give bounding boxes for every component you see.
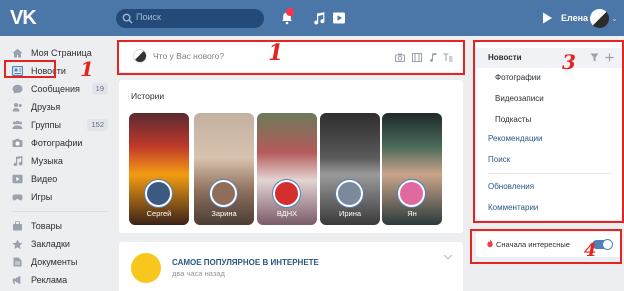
bookmark-icon xyxy=(12,239,23,249)
music-icon[interactable] xyxy=(312,11,326,25)
document-icon xyxy=(13,257,22,267)
story-name: ВДНХ xyxy=(276,209,298,218)
story-avatar xyxy=(145,180,172,207)
left-menu: Моя Страница Новости Сообщения 19 Друзья Груп… xyxy=(0,44,114,289)
chevron-down-icon[interactable] xyxy=(443,254,453,260)
annotation-mark-1: 1 xyxy=(80,57,94,81)
messages-icon xyxy=(12,84,23,94)
sidebar-item-label: Видео xyxy=(31,174,58,184)
vk-logo[interactable]: VK xyxy=(10,7,42,29)
feed-post: САМОЕ ПОПУЛЯРНОЕ В ИНТЕРНЕТЕ два часа на… xyxy=(119,242,463,291)
sidebar-item-ads[interactable]: Реклама xyxy=(0,271,114,289)
sidebar-item-label: Сообщения xyxy=(31,84,80,94)
story-avatar xyxy=(210,180,237,207)
goods-icon xyxy=(13,221,22,231)
annotation-mark-2: 1 xyxy=(268,40,284,66)
notification-badge xyxy=(286,8,294,16)
story-card[interactable]: Ирина xyxy=(320,113,380,225)
top-header: VK Поиск Елена ⌄ xyxy=(0,0,624,36)
story-name: Сергей xyxy=(146,209,172,218)
annotation-mark-3: 3 xyxy=(562,50,576,74)
post-time[interactable]: два часа назад xyxy=(172,269,225,278)
annotation-mark-4: 4 xyxy=(584,240,597,261)
story-card[interactable]: Ян xyxy=(382,113,442,225)
search-bar[interactable]: Поиск xyxy=(116,9,264,28)
sidebar-item-groups[interactable]: Группы 152 xyxy=(0,116,114,134)
story-name: Зарина xyxy=(211,209,237,218)
vk-page: VK Поиск Елена ⌄ Моя Страница Новости Сооб… xyxy=(0,0,624,291)
community-avatar[interactable] xyxy=(131,253,161,283)
sidebar-item-games[interactable]: Игры xyxy=(0,188,114,206)
sidebar-item-label: Друзья xyxy=(31,102,61,112)
sidebar-item-messages[interactable]: Сообщения 19 xyxy=(0,80,114,98)
story-avatar xyxy=(336,180,363,207)
sidebar-item-bookmark[interactable]: Закладки xyxy=(0,235,114,253)
ads-icon xyxy=(12,275,21,285)
annotation-box-composer xyxy=(117,40,465,75)
search-icon xyxy=(122,13,133,24)
story-name: Ирина xyxy=(338,209,362,218)
sidebar-item-label: Игры xyxy=(31,192,53,202)
sidebar-item-music[interactable]: Музыка xyxy=(0,152,114,170)
play-icon[interactable] xyxy=(332,11,346,25)
story-card[interactable]: Зарина xyxy=(194,113,254,225)
sidebar-item-camera[interactable]: Фотографии xyxy=(0,134,114,152)
music-icon xyxy=(13,156,23,166)
camera-icon xyxy=(12,138,23,147)
annotation-box-filters xyxy=(473,40,624,223)
annotation-box-news xyxy=(4,60,56,78)
user-name[interactable]: Елена xyxy=(561,13,588,23)
sidebar-item-label: Фотографии xyxy=(31,138,83,148)
stories-block: Истории Сергей Зарина ВДНХ Ирина Ян xyxy=(119,80,463,233)
sidebar-item-label: Музыка xyxy=(31,156,63,166)
menu-divider xyxy=(12,211,108,212)
chevron-down-icon[interactable]: ⌄ xyxy=(611,15,618,23)
groups-icon xyxy=(12,120,23,129)
community-name[interactable]: САМОЕ ПОПУЛЯРНОЕ В ИНТЕРНЕТЕ xyxy=(172,258,319,267)
sidebar-item-document[interactable]: Документы xyxy=(0,253,114,271)
story-card[interactable]: Сергей xyxy=(129,113,189,225)
story-avatar xyxy=(398,180,425,207)
games-icon xyxy=(12,194,23,201)
sidebar-item-label: Закладки xyxy=(31,239,70,249)
sidebar-item-count: 152 xyxy=(87,119,108,131)
story-name: Ян xyxy=(407,209,417,218)
sidebar-item-friends[interactable]: Друзья xyxy=(0,98,114,116)
video-icon xyxy=(12,174,23,184)
story-card[interactable]: ВДНХ xyxy=(257,113,317,225)
home-icon xyxy=(12,48,23,58)
search-placeholder: Поиск xyxy=(136,12,161,22)
sidebar-item-count: 19 xyxy=(91,83,108,95)
player-play-icon[interactable] xyxy=(540,11,554,25)
sidebar-item-goods[interactable]: Товары xyxy=(0,217,114,235)
sidebar-item-label: Группы xyxy=(31,120,61,130)
annotation-box-toggle xyxy=(470,229,622,264)
story-avatar xyxy=(273,180,300,207)
sidebar-item-label: Реклама xyxy=(31,275,68,285)
sidebar-item-label: Товары xyxy=(31,221,62,231)
friends-icon xyxy=(12,103,22,112)
user-avatar[interactable] xyxy=(590,9,609,28)
sidebar-item-video[interactable]: Видео xyxy=(0,170,114,188)
sidebar-item-label: Документы xyxy=(31,257,78,267)
stories-title: Истории xyxy=(131,91,165,101)
